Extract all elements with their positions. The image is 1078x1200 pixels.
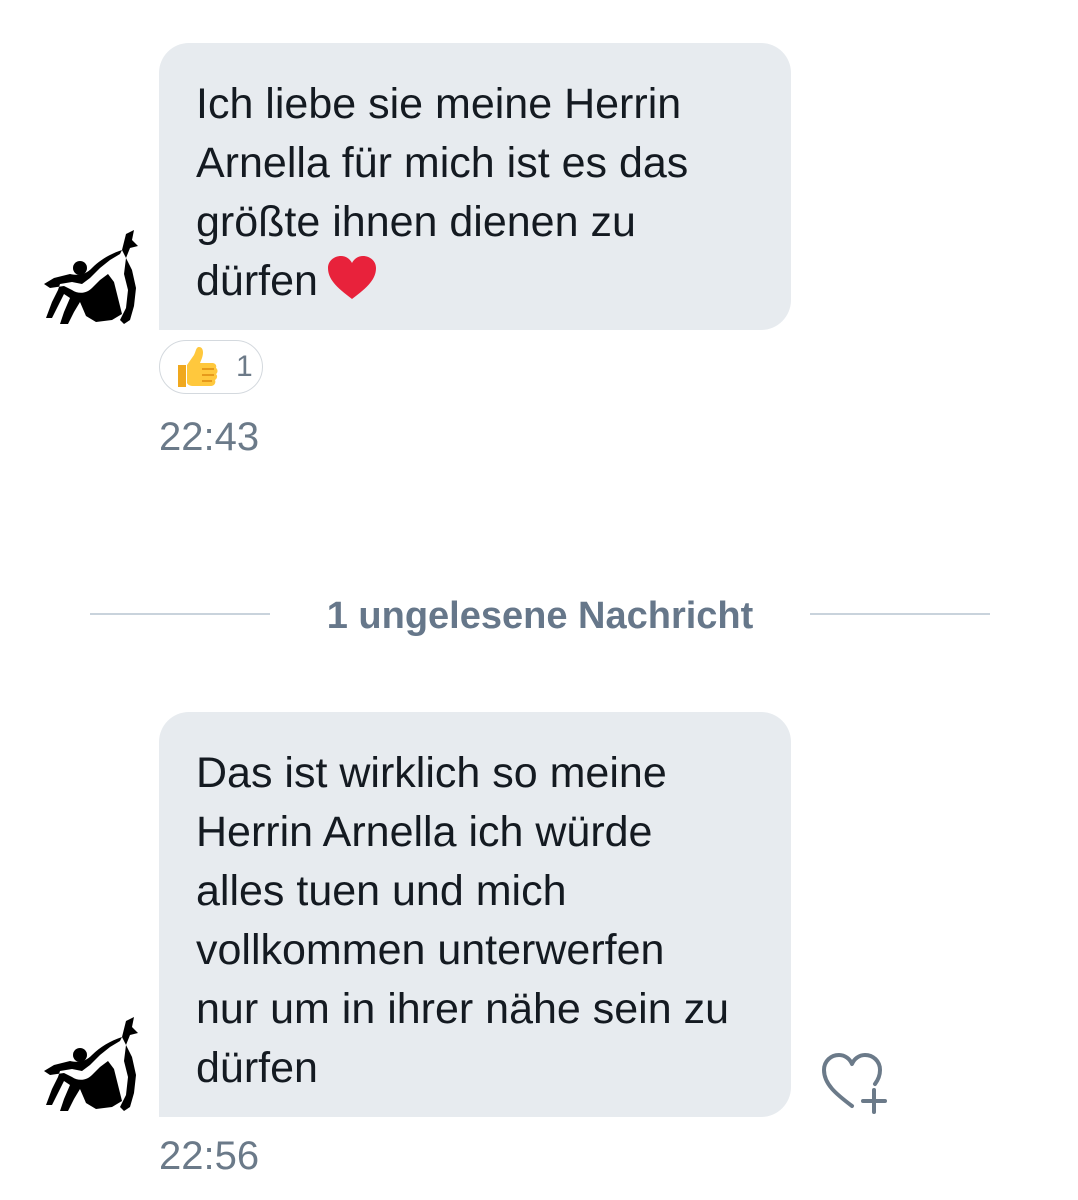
divider-line-right bbox=[810, 613, 990, 615]
sender-avatar[interactable] bbox=[40, 1015, 142, 1115]
sender-avatar[interactable] bbox=[40, 228, 142, 328]
message-bubble[interactable]: Ich liebe sie meine Herrin Arnella für m… bbox=[159, 43, 791, 330]
heart-plus-icon bbox=[822, 1053, 887, 1114]
add-reaction-button[interactable] bbox=[818, 1050, 892, 1116]
thumbs-up-icon bbox=[178, 347, 218, 387]
red-heart-icon bbox=[326, 255, 378, 317]
message-timestamp: 22:43 bbox=[159, 415, 260, 459]
message-text: Das ist wirklich so meine Herrin Arnella… bbox=[196, 749, 730, 1092]
message-bubble[interactable]: Das ist wirklich so meine Herrin Arnella… bbox=[159, 712, 791, 1117]
unread-divider: 1 ungelesene Nachricht bbox=[90, 590, 990, 640]
reaction-count: 1 bbox=[236, 350, 253, 383]
message-timestamp: 22:56 bbox=[159, 1134, 260, 1178]
avatar-image bbox=[44, 1017, 138, 1111]
avatar-image bbox=[44, 230, 138, 324]
message-text: Ich liebe sie meine Herrin Arnella für m… bbox=[196, 80, 689, 305]
unread-divider-label: 1 ungelesene Nachricht bbox=[326, 595, 754, 637]
reaction-chip[interactable]: 1 bbox=[159, 340, 263, 394]
